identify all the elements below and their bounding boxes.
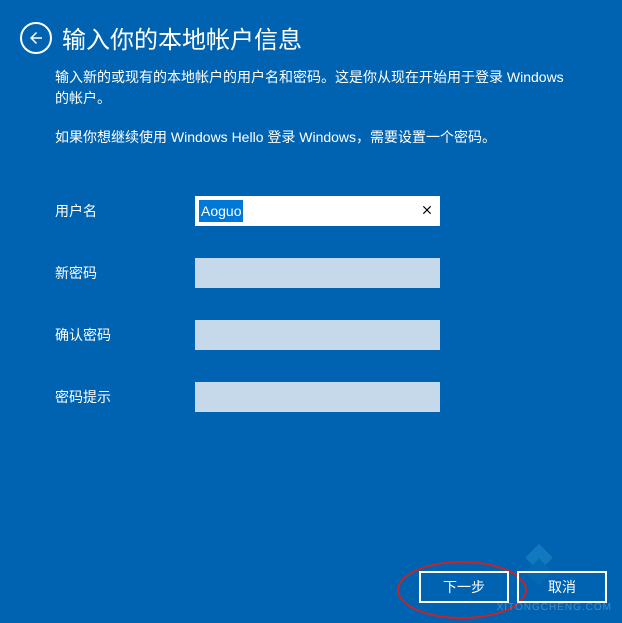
username-row: 用户名 Aoguo	[55, 196, 567, 226]
new-password-input[interactable]	[195, 258, 440, 288]
confirm-password-label: 确认密码	[55, 325, 195, 345]
new-password-label: 新密码	[55, 263, 195, 283]
watermark-text: XITONGCHENG.COM	[497, 602, 612, 613]
description-block: 输入新的或现有的本地帐户的用户名和密码。这是你从现在开始用于登录 Windows…	[0, 67, 622, 148]
form-area: 用户名 Aoguo 新密码 确认密码 密码提示	[0, 166, 622, 412]
new-password-row: 新密码	[55, 258, 567, 288]
cancel-button[interactable]: 取消	[517, 571, 607, 603]
page-title: 输入你的本地帐户信息	[62, 20, 302, 55]
description-line-2: 如果你想继续使用 Windows Hello 登录 Windows，需要设置一个…	[55, 127, 567, 148]
next-button[interactable]: 下一步	[419, 571, 509, 603]
close-icon	[420, 203, 434, 217]
password-hint-row: 密码提示	[55, 382, 567, 412]
username-input[interactable]	[195, 196, 440, 226]
clear-username-button[interactable]	[420, 202, 434, 220]
confirm-password-input[interactable]	[195, 320, 440, 350]
description-line-1: 输入新的或现有的本地帐户的用户名和密码。这是你从现在开始用于登录 Windows…	[55, 67, 567, 109]
arrow-left-icon	[27, 29, 45, 47]
confirm-password-row: 确认密码	[55, 320, 567, 350]
back-button[interactable]	[20, 22, 52, 54]
password-hint-input[interactable]	[195, 382, 440, 412]
password-hint-label: 密码提示	[55, 387, 195, 407]
button-bar: 下一步 取消	[419, 571, 607, 603]
username-input-wrapper: Aoguo	[195, 196, 440, 226]
username-label: 用户名	[55, 201, 195, 221]
